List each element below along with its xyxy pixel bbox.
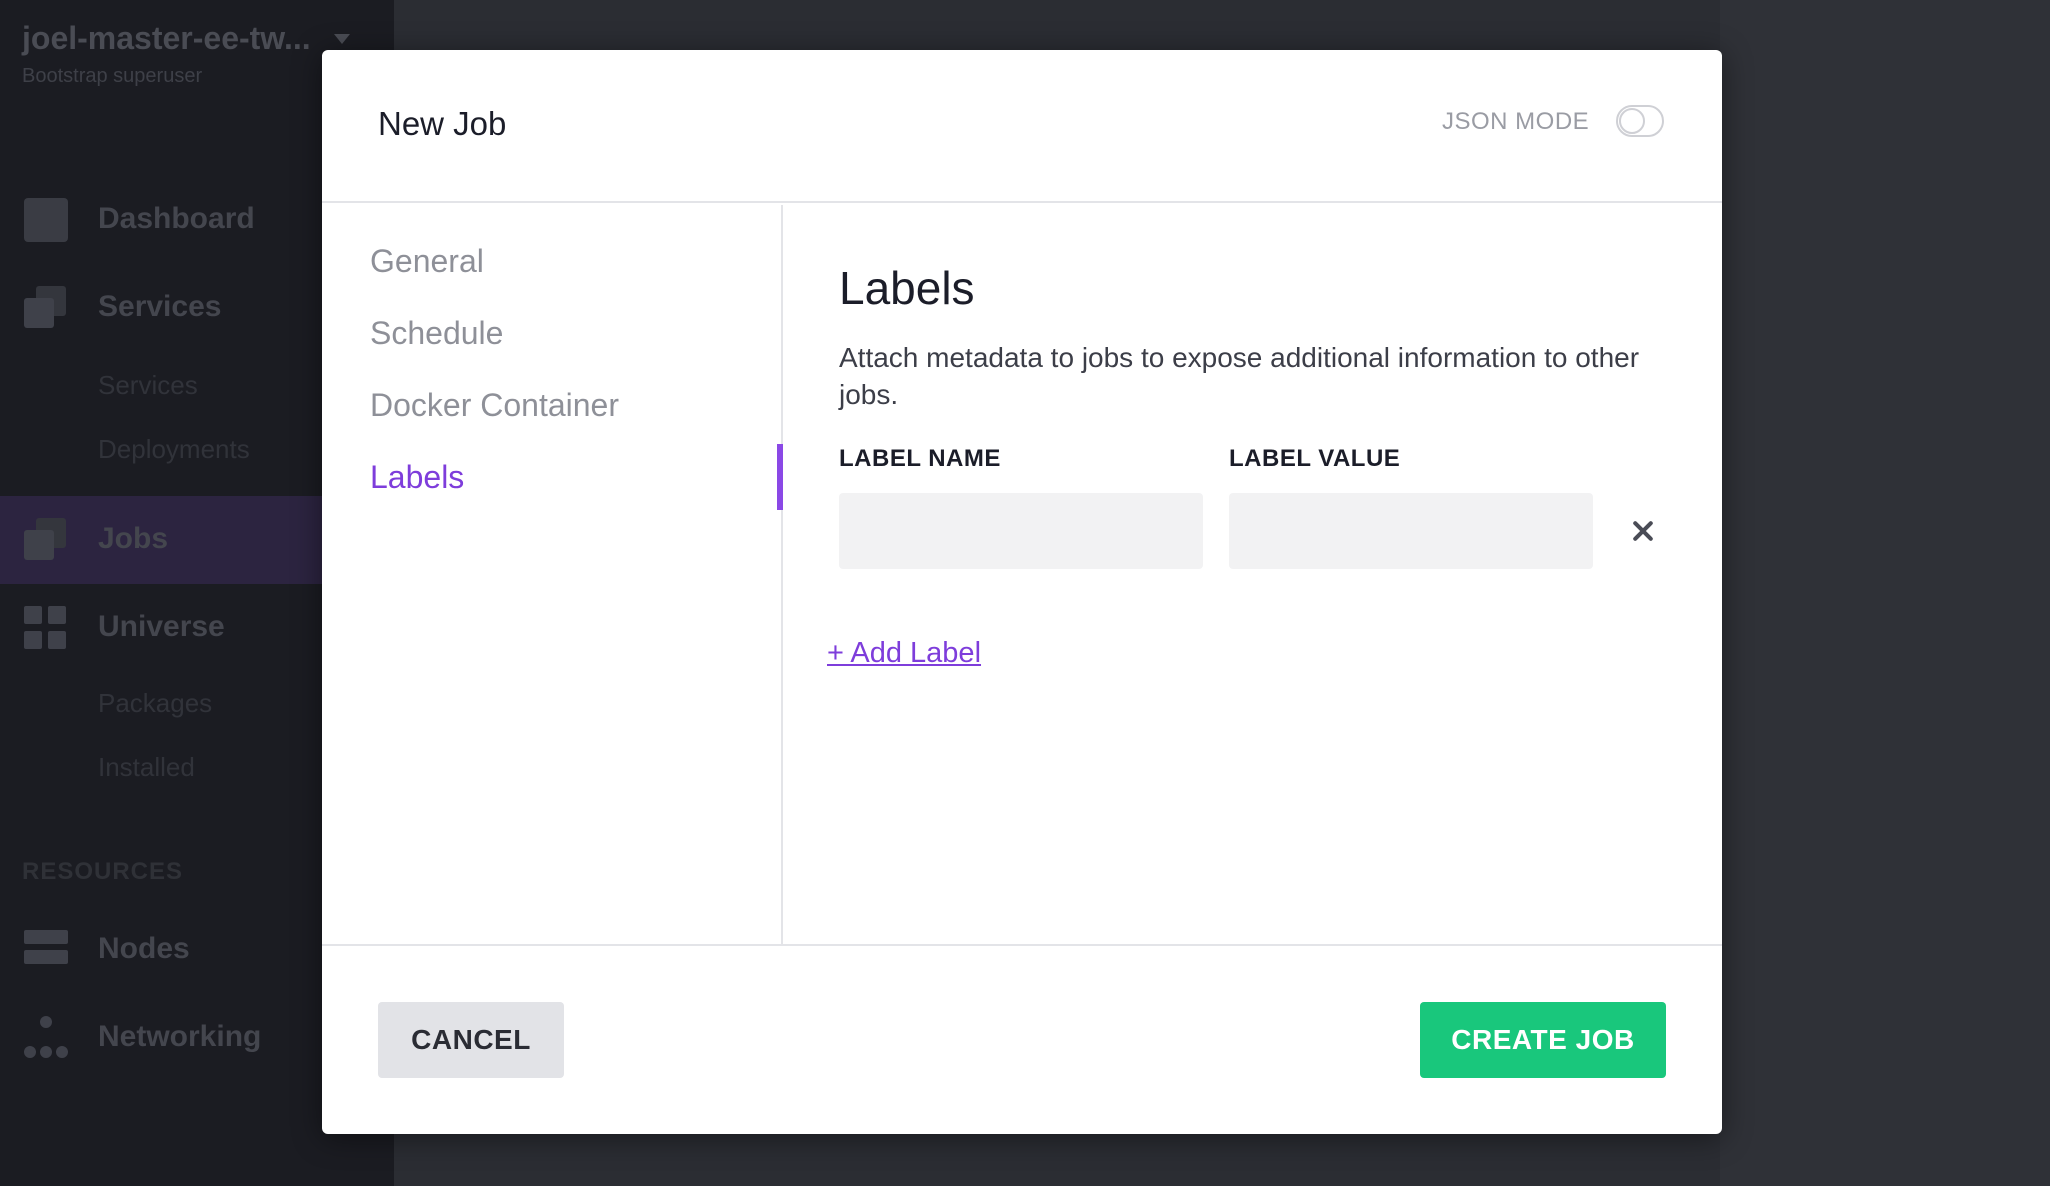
universe-icon: [24, 606, 68, 650]
modal-footer: CANCEL CREATE JOB: [322, 944, 1722, 1134]
section-description: Attach metadata to jobs to expose additi…: [839, 342, 1640, 410]
jobs-icon: [24, 518, 68, 562]
sidebar-subitem-services[interactable]: Services: [98, 370, 198, 401]
toggle-knob: [1619, 108, 1645, 134]
networking-icon: [24, 1016, 68, 1060]
nav-tab-schedule[interactable]: Schedule: [370, 315, 503, 352]
new-job-modal: New Job JSON MODE General Schedule Docke…: [322, 50, 1722, 1134]
cancel-button[interactable]: CANCEL: [378, 1002, 564, 1078]
create-job-button[interactable]: CREATE JOB: [1420, 1002, 1666, 1078]
section-title: Labels: [839, 262, 975, 314]
job-form-nav: General Schedule Docker Container Labels: [322, 205, 783, 945]
modal-header: New Job JSON MODE: [322, 50, 1722, 203]
labels-section: Labels Attach metadata to jobs to expose…: [827, 205, 1689, 945]
modal-title: New Job: [378, 105, 507, 142]
cluster-header[interactable]: joel-master-ee-tw... Bootstrap superuser: [22, 20, 362, 88]
backdrop-right: [1720, 0, 2050, 1186]
sidebar-item-label: Services: [98, 290, 222, 323]
add-label-link[interactable]: + Add Label: [827, 637, 981, 670]
sidebar-item-label: Universe: [98, 610, 225, 643]
chevron-down-icon: [334, 34, 350, 44]
label-value-header: LABEL VALUE: [1229, 445, 1401, 472]
sidebar-subitem-installed[interactable]: Installed: [98, 752, 195, 783]
sidebar-item-label: Jobs: [98, 522, 169, 555]
label-name-input[interactable]: [839, 493, 1203, 569]
services-icon: [24, 286, 68, 330]
sidebar-subitem-deployments[interactable]: Deployments: [98, 434, 250, 465]
nav-tab-docker-container[interactable]: Docker Container: [370, 387, 619, 424]
label-value-input[interactable]: [1229, 493, 1593, 569]
user-role: Bootstrap superuser: [22, 65, 203, 87]
remove-label-close-icon[interactable]: [1621, 509, 1665, 553]
sidebar-item-label: Dashboard: [98, 202, 255, 235]
json-mode-toggle[interactable]: [1616, 105, 1664, 137]
active-tab-indicator: [777, 444, 783, 510]
dashboard-icon: [24, 198, 68, 242]
nav-tab-general[interactable]: General: [370, 243, 484, 280]
json-mode-label: JSON MODE: [1442, 108, 1590, 135]
sidebar-item-label: Networking: [98, 1020, 262, 1053]
cluster-name: joel-master-ee-tw...: [22, 20, 311, 56]
nav-tab-labels[interactable]: Labels: [370, 459, 464, 496]
modal-body: General Schedule Docker Container Labels…: [322, 205, 1722, 945]
label-name-header: LABEL NAME: [839, 445, 1001, 472]
sidebar-subitem-packages[interactable]: Packages: [98, 688, 212, 719]
app-root: joel-master-ee-tw... Bootstrap superuser…: [0, 0, 2050, 1186]
nodes-icon: [24, 928, 68, 972]
sidebar-item-label: Nodes: [98, 932, 190, 965]
sidebar-section-resources: RESOURCES: [22, 858, 184, 885]
